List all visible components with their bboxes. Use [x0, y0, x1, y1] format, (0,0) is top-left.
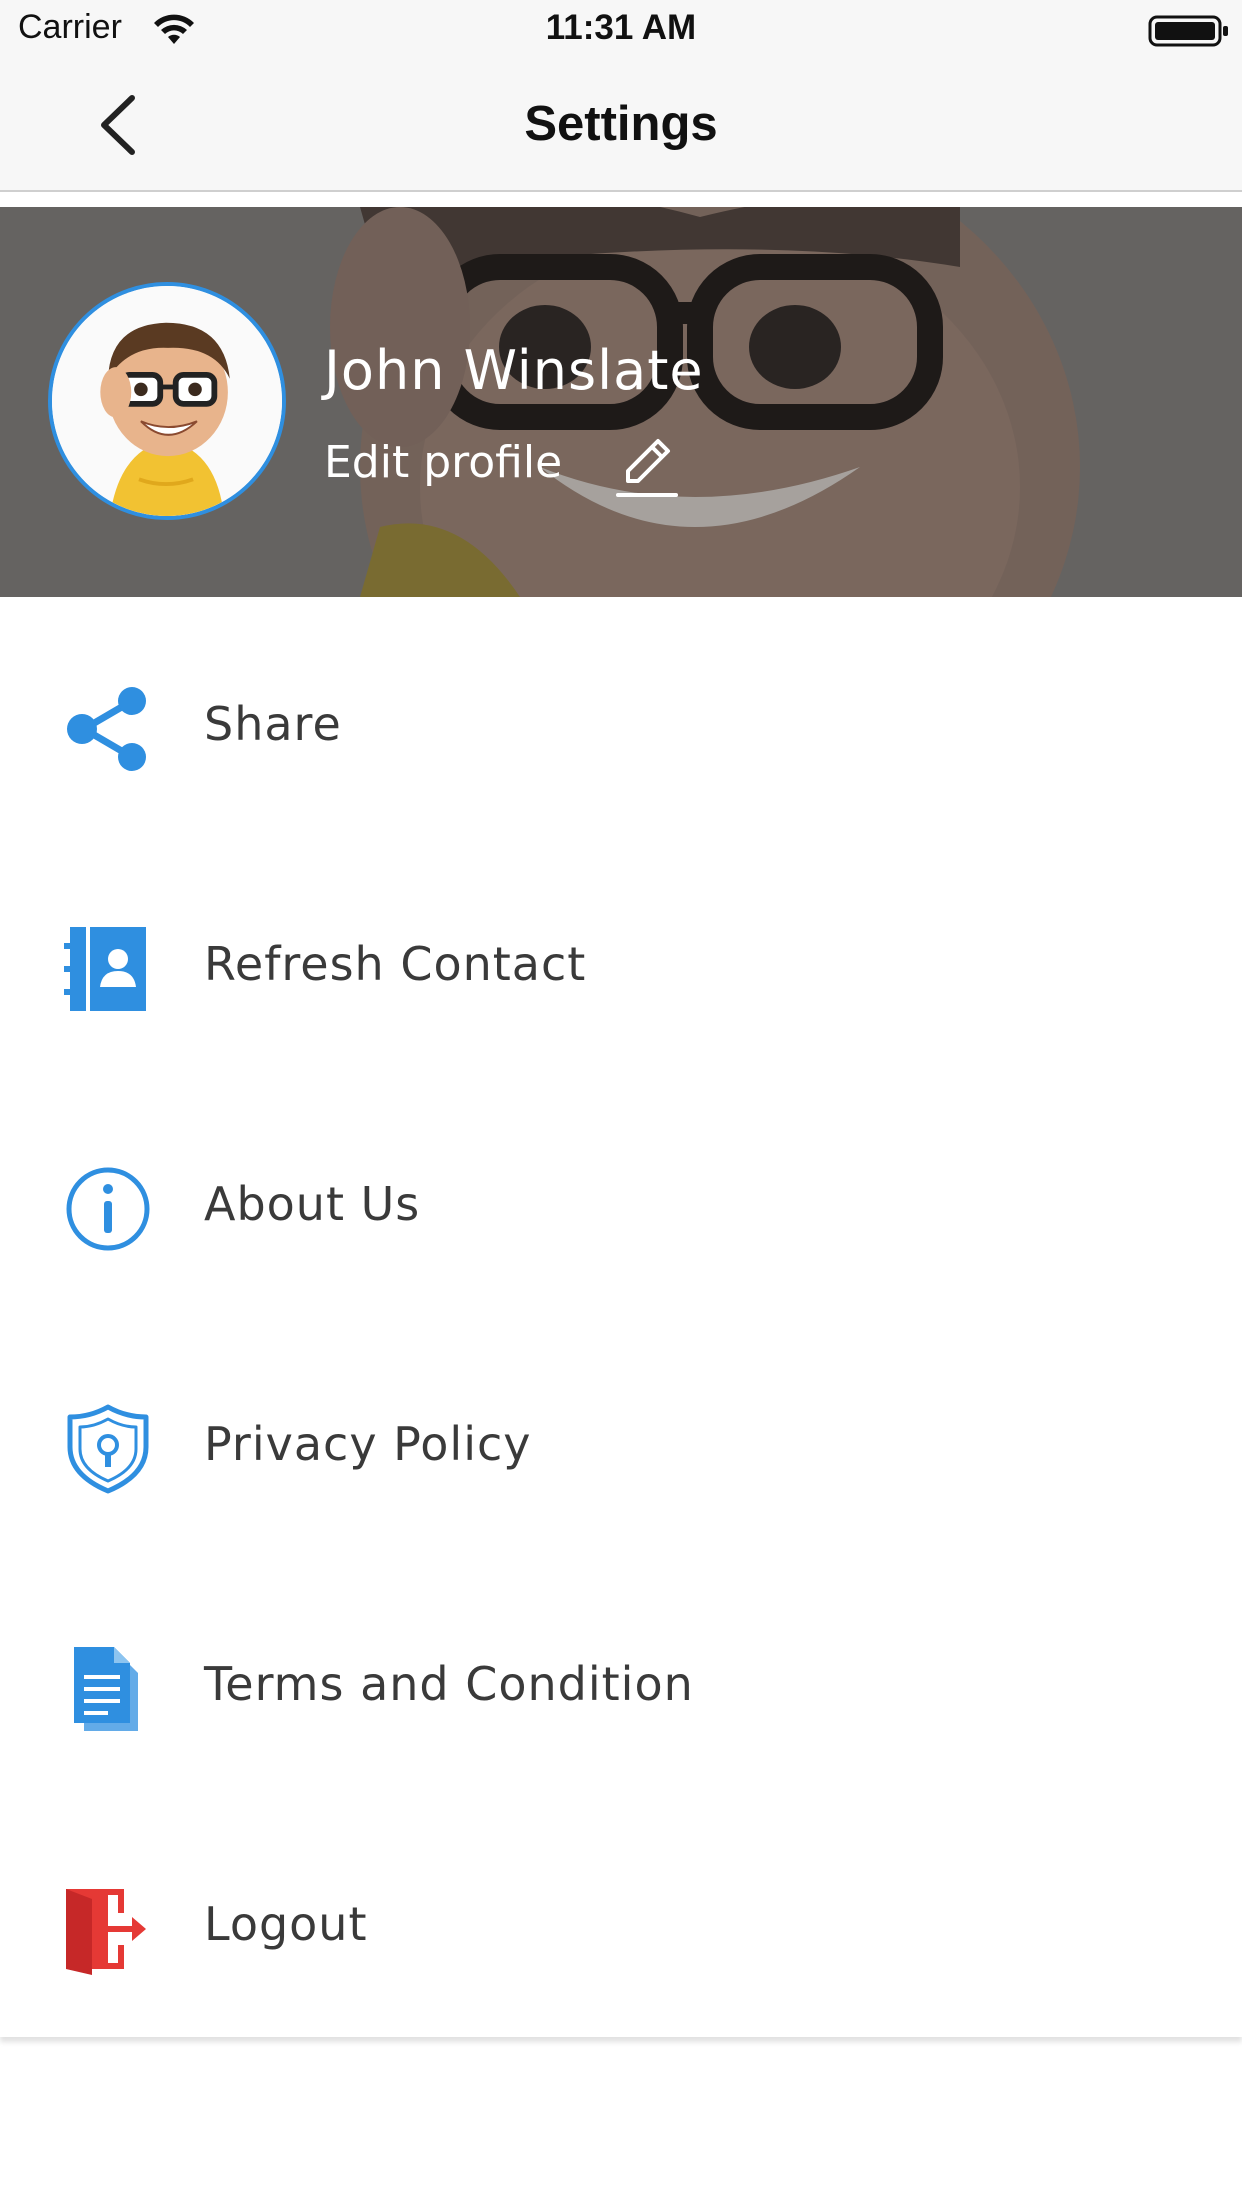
contact-book-icon — [64, 927, 146, 1011]
menu-item-about-us[interactable]: About Us — [0, 1077, 1242, 1317]
status-bar: Carrier 11:31 AM — [0, 0, 1242, 60]
share-icon — [67, 687, 146, 771]
menu-item-label: Refresh Contact — [204, 937, 587, 991]
avatar[interactable] — [48, 282, 286, 520]
battery-icon — [1148, 15, 1228, 47]
info-icon — [66, 1167, 150, 1251]
page-title: Settings — [524, 97, 718, 151]
settings-screen: Carrier 11:31 AM Settings John Winslate … — [0, 0, 1242, 2208]
menu-item-logout[interactable]: Logout — [0, 1797, 1242, 2037]
menu-item-label: Share — [204, 697, 342, 751]
edit-profile-link[interactable]: Edit profile — [324, 437, 562, 488]
logout-door-icon — [66, 1889, 146, 1975]
settings-menu: Share Refresh Contact About Us Privacy P… — [0, 597, 1242, 2037]
avatar-image — [52, 286, 282, 516]
profile-banner: John Winslate Edit profile — [0, 207, 1242, 597]
menu-item-label: Terms and Condition — [204, 1657, 694, 1711]
document-icon — [74, 1647, 138, 1731]
menu-item-label: Privacy Policy — [204, 1417, 532, 1471]
menu-item-share[interactable]: Share — [0, 597, 1242, 837]
menu-item-terms-and-condition[interactable]: Terms and Condition — [0, 1557, 1242, 1797]
menu-item-privacy-policy[interactable]: Privacy Policy — [0, 1317, 1242, 1557]
navigation-bar: Settings — [0, 60, 1242, 192]
shield-lock-icon — [67, 1404, 149, 1494]
menu-item-refresh-contact[interactable]: Refresh Contact — [0, 837, 1242, 1077]
pencil-edit-icon[interactable] — [614, 431, 680, 499]
menu-item-label: Logout — [204, 1897, 368, 1951]
clock: 11:31 AM — [545, 8, 697, 47]
menu-item-label: About Us — [204, 1177, 421, 1231]
profile-name: John Winslate — [324, 339, 704, 402]
